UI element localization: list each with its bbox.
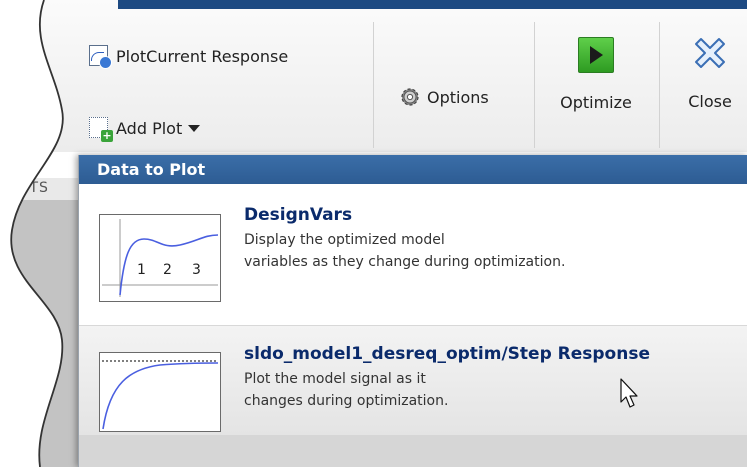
add-plot-label: Add Plot [116,118,183,138]
step-response-desc-line2: changes during optimization. [244,393,449,409]
add-plot-icon: + [88,117,113,142]
designvars-thumbnail: 1 2 3 [99,214,221,302]
panel-header-title: Data to Plot [97,160,206,179]
close-button[interactable]: Close [670,35,747,111]
panel-header: Data to Plot [79,155,747,184]
designvars-desc-line2: variables as they change during optimiza… [244,254,566,270]
options-button[interactable]: Options [399,86,489,108]
close-label: Close [688,92,732,111]
add-plot-button[interactable]: + Add Plot [88,117,201,142]
mouse-pointer-icon [620,378,638,408]
plot-current-response-label: PlotCurrent Response [116,46,289,66]
top-accent-bar [118,0,747,9]
caret-down-icon[interactable] [188,124,201,132]
options-label: Options [427,87,489,107]
thumb-tick-2: 2 [163,262,172,278]
thumb-tick-3: 3 [192,262,201,278]
run-triangle-icon [578,37,614,73]
toolstrip-divider [534,22,535,148]
sdo-plot-window: PlotCurrent Response + Add Plot Options … [0,0,747,467]
data-to-plot-panel: Data to Plot 1 2 3 DesignVars Display th… [78,155,747,467]
toolstrip: PlotCurrent Response + Add Plot Options … [0,0,747,152]
toolstrip-divider [659,22,660,148]
plot-option-designvars[interactable]: 1 2 3 DesignVars Display the optimized m… [79,184,747,324]
plot-current-response-button[interactable]: PlotCurrent Response [88,45,289,69]
designvars-title: DesignVars [244,205,353,225]
torn-edge-decoration [0,0,64,467]
panel-footer-area [79,435,747,467]
step-response-title: sldo_model1_desreq_optim/Step Response [244,344,650,364]
gear-icon [401,88,419,106]
thumb-tick-1: 1 [137,262,146,278]
optimize-label: Optimize [560,93,632,112]
step-response-desc-line1: Plot the model signal as it [244,371,426,387]
plot-option-step-response[interactable]: sldo_model1_desreq_optim/Step Response P… [79,325,747,436]
close-x-icon [695,38,725,68]
step-response-thumbnail [99,352,221,432]
plot-response-icon [88,45,112,69]
toolstrip-divider [373,22,374,148]
designvars-desc-line1: Display the optimized model [244,232,445,248]
optimize-button[interactable]: Optimize [548,37,644,112]
